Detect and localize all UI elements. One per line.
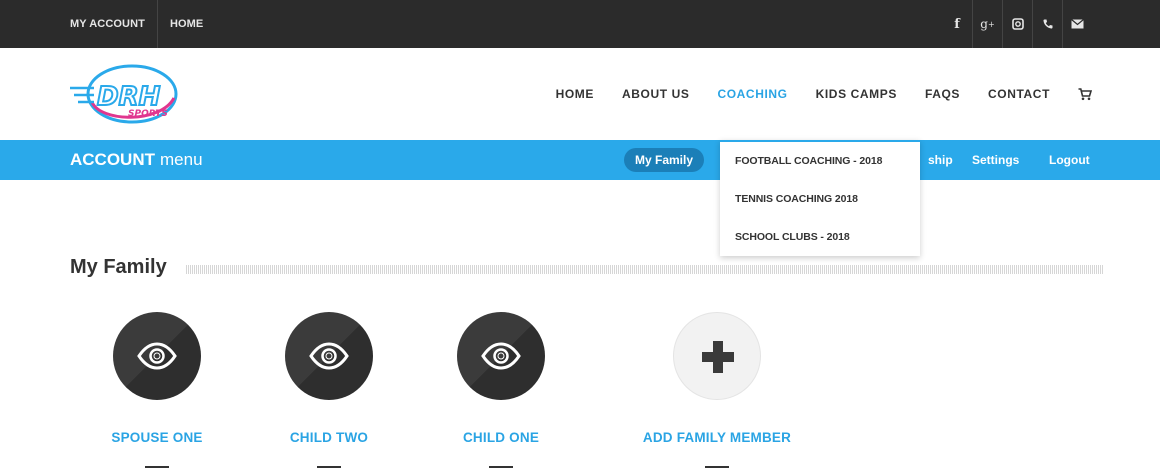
google-plus-icon[interactable]: g + (972, 0, 1002, 48)
family-member-card: CHILD TWO (239, 312, 419, 468)
eye-icon (137, 342, 177, 370)
nav-kids-camps[interactable]: KIDS CAMPS (816, 87, 897, 101)
main-nav: HOME ABOUT US COACHING KIDS CAMPS FAQS C… (528, 48, 1092, 140)
nav-contact[interactable]: CONTACT (988, 87, 1050, 101)
cart-icon[interactable] (1078, 87, 1092, 101)
view-member-button[interactable] (285, 312, 373, 400)
title-divider (186, 265, 1104, 274)
instagram-icon[interactable] (1002, 0, 1032, 48)
add-family-member-label[interactable]: ADD FAMILY MEMBER (627, 430, 807, 445)
plus-icon (702, 341, 734, 373)
view-member-button[interactable] (457, 312, 545, 400)
dropdown-item-football[interactable]: FOOTBALL COACHING - 2018 (735, 155, 882, 167)
add-family-member-button[interactable] (673, 312, 761, 400)
member-name[interactable]: SPOUSE ONE (67, 430, 247, 445)
mail-icon[interactable] (1062, 0, 1092, 48)
nav-coaching[interactable]: COACHING (717, 87, 787, 101)
phone-icon[interactable] (1032, 0, 1062, 48)
account-tab-settings[interactable]: Settings (972, 140, 1019, 180)
eye-icon (481, 342, 521, 370)
nav-about-us[interactable]: ABOUT US (622, 87, 689, 101)
social-links: f g + (942, 0, 1092, 48)
dropdown-item-tennis[interactable]: TENNIS COACHING 2018 (735, 193, 858, 205)
account-title-bold: ACCOUNT (70, 150, 155, 169)
account-menu-bar: ACCOUNT menu My Family ship Settings Log… (0, 140, 1160, 180)
top-link-divider (156, 0, 158, 48)
account-tab-membership[interactable]: ship (928, 140, 953, 180)
drh-sports-logo[interactable]: DRH SPORTS (70, 62, 190, 126)
account-tab-my-family[interactable]: My Family (624, 148, 705, 172)
logo-subtext: SPORTS (128, 109, 168, 119)
account-menu-title: ACCOUNT menu (70, 140, 203, 180)
top-links: MY ACCOUNT HOME (70, 0, 203, 48)
family-member-card: SPOUSE ONE (67, 312, 247, 468)
family-member-card: CHILD ONE (411, 312, 591, 468)
top-home-link[interactable]: HOME (170, 18, 203, 30)
facebook-icon[interactable]: f (942, 0, 972, 48)
member-name[interactable]: CHILD ONE (411, 430, 591, 445)
page-title: My Family (70, 256, 167, 278)
eye-icon (309, 342, 349, 370)
logo-text: DRH (97, 82, 161, 112)
nav-home[interactable]: HOME (556, 87, 594, 101)
member-name[interactable]: CHILD TWO (239, 430, 419, 445)
my-account-link[interactable]: MY ACCOUNT (70, 18, 145, 30)
dropdown-item-school-clubs[interactable]: SCHOOL CLUBS - 2018 (735, 231, 850, 243)
coaching-dropdown: FOOTBALL COACHING - 2018 TENNIS COACHING… (720, 140, 920, 256)
add-family-member-card: ADD FAMILY MEMBER (627, 312, 807, 468)
site-header: DRH SPORTS HOME ABOUT US COACHING KIDS C… (0, 48, 1160, 140)
account-title-light: menu (160, 150, 203, 169)
nav-faqs[interactable]: FAQS (925, 87, 960, 101)
top-bar: MY ACCOUNT HOME f g + (0, 0, 1160, 48)
account-tab-logout[interactable]: Logout (1049, 140, 1090, 180)
view-member-button[interactable] (113, 312, 201, 400)
